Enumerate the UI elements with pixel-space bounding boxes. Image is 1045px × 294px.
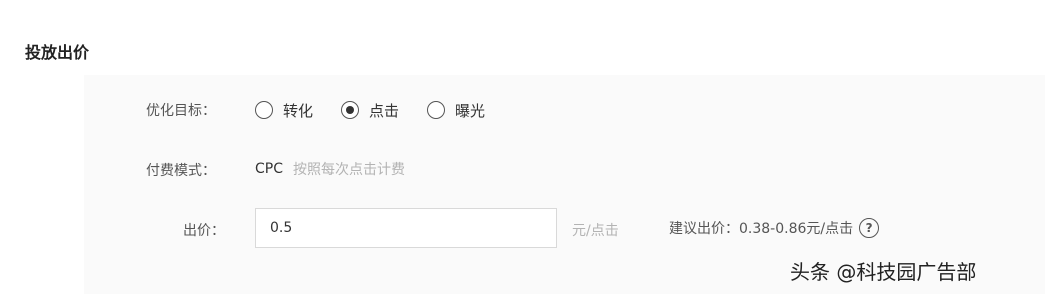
bid-label: 出价： — [183, 223, 225, 239]
radio-unchecked-icon[interactable] — [427, 101, 446, 119]
goal-option-label: 曝光 — [455, 101, 486, 120]
billing-mode: CPC 按照每次点击计费 — [255, 157, 405, 181]
radio-unchecked-icon[interactable] — [255, 101, 273, 119]
billing-mode-value: CPC — [255, 161, 283, 177]
billing-mode-hint: 按照每次点击计费 — [293, 162, 405, 178]
help-icon[interactable]: ? — [859, 218, 880, 238]
goal-option-conversion[interactable]: 转化 — [255, 100, 313, 121]
bid-unit: 元/点击 — [572, 223, 619, 239]
goal-option-label: 转化 — [283, 101, 314, 120]
bid-suggestion: 建议出价：0.38-0.86元/点击 ? — [669, 218, 880, 238]
billing-label: 付费模式： — [146, 163, 216, 179]
section-title: 投放出价 — [25, 43, 90, 62]
goal-option-impression[interactable]: 曝光 — [427, 100, 485, 121]
watermark: 头条 @科技园广告部 — [790, 260, 977, 284]
radio-dot — [346, 106, 355, 114]
goal-option-label: 点击 — [369, 101, 400, 120]
bid-suggestion-text: 建议出价：0.38-0.86元/点击 — [669, 221, 854, 237]
goal-label: 优化目标： — [146, 103, 216, 119]
radio-checked-icon[interactable] — [341, 101, 360, 119]
goal-option-click[interactable]: 点击 — [341, 100, 399, 121]
goal-radio-group: 转化 点击 曝光 — [255, 98, 513, 122]
bid-input[interactable] — [255, 208, 557, 248]
